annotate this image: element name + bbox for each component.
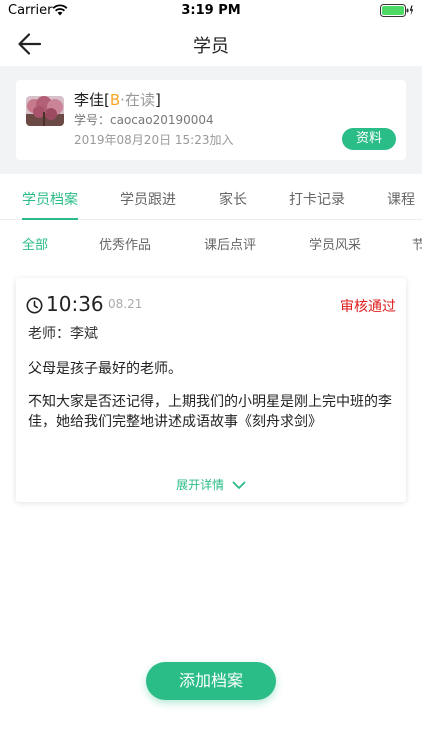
record-card[interactable]: 10:36 08.21 审核通过 老师：李斌 父母是孩子最好的老师。 不知大家是… [16, 278, 406, 502]
active-tab-indicator [22, 218, 78, 220]
status-time: 3:19 PM [181, 3, 241, 18]
tab-student-archive[interactable]: 学员档案 [22, 189, 78, 209]
tab-parents[interactable]: 家长 [219, 189, 247, 209]
sub-tabs: 全部 优秀作品 课后点评 学员风采 节 [0, 222, 422, 262]
student-status: ·在读 [120, 91, 155, 109]
subtab-after-class-review[interactable]: 课后点评 [204, 234, 256, 253]
student-id: 学号：caocao20190004 [74, 113, 214, 127]
status-bar: Carrier 3:19 PM [0, 0, 422, 22]
student-name-text: 李佳 [74, 91, 105, 109]
main-tabs: 学员档案 学员跟进 家长 打卡记录 课程 [0, 174, 422, 220]
expand-details-link[interactable]: 展开详情 [16, 476, 406, 493]
avatar-image [26, 96, 64, 126]
subtab-excellent-works[interactable]: 优秀作品 [99, 234, 151, 253]
avatar[interactable] [26, 96, 64, 126]
student-card: 李佳[B·在读] 学号：caocao20190004 2019年08月20日 1… [16, 80, 406, 160]
bracket-close: ] [154, 91, 161, 109]
teacher-name: 老师：李斌 [28, 326, 98, 342]
battery-icon [380, 4, 414, 17]
nav-bar: 学员 [0, 22, 422, 66]
student-level: B [109, 91, 121, 109]
tab-student-follow-up[interactable]: 学员跟进 [120, 189, 176, 209]
add-archive-button[interactable]: 添加档案 [146, 662, 276, 700]
tab-checkin-records[interactable]: 打卡记录 [289, 189, 345, 209]
record-date: 08.21 [108, 297, 143, 311]
tab-courses[interactable]: 课程 [387, 189, 415, 209]
clock-icon [26, 297, 43, 314]
profile-button[interactable]: 资料 [342, 128, 396, 150]
record-time: 10:36 [46, 292, 104, 316]
chevron-down-icon [232, 481, 246, 489]
review-status: 审核通过 [340, 299, 396, 315]
page-title: 学员 [193, 36, 229, 57]
expand-details-label: 展开详情 [176, 478, 225, 492]
subtab-more[interactable]: 节 [412, 234, 422, 253]
join-date: 2019年08月20日 15:23加入 [74, 133, 234, 147]
subtab-student-showcase[interactable]: 学员风采 [309, 234, 361, 253]
subtab-all[interactable]: 全部 [22, 234, 48, 253]
record-text-first: 父母是孩子最好的老师。 [28, 361, 182, 377]
student-name: 李佳[B·在读] [74, 89, 161, 110]
record-text-second: 不知大家是否还记得，上期我们的小明星是刚上完中班的李佳，她给我们完整地讲述成语故… [28, 394, 392, 430]
